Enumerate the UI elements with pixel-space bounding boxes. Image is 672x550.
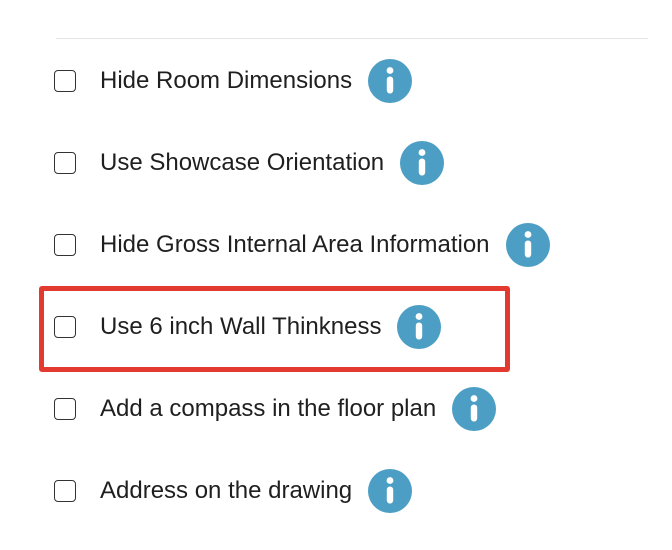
info-icon[interactable] — [397, 305, 442, 349]
option-hide-gross-internal-area: Hide Gross Internal Area Information — [54, 222, 550, 268]
option-list: Hide Room Dimensions Use Showcase Orient… — [0, 0, 672, 550]
option-use-6-inch-wall-thickness: Use 6 inch Wall Thinkness — [54, 304, 442, 350]
hide-room-dimensions-checkbox[interactable] — [54, 70, 76, 92]
option-label[interactable]: Use 6 inch Wall Thinkness — [100, 312, 381, 342]
option-hide-room-dimensions: Hide Room Dimensions — [54, 58, 413, 104]
add-compass-checkbox[interactable] — [54, 398, 76, 420]
hide-gross-internal-area-checkbox[interactable] — [54, 234, 76, 256]
info-icon[interactable] — [505, 223, 550, 267]
option-label[interactable]: Add a compass in the floor plan — [100, 394, 436, 424]
option-label[interactable]: Hide Room Dimensions — [100, 66, 352, 96]
option-use-showcase-orientation: Use Showcase Orientation — [54, 140, 445, 186]
option-label[interactable]: Address on the drawing — [100, 476, 352, 506]
use-6-inch-wall-thickness-checkbox[interactable] — [54, 316, 76, 338]
info-icon[interactable] — [368, 469, 413, 513]
option-add-compass: Add a compass in the floor plan — [54, 386, 497, 432]
use-showcase-orientation-checkbox[interactable] — [54, 152, 76, 174]
option-label[interactable]: Hide Gross Internal Area Information — [100, 230, 490, 260]
address-on-drawing-checkbox[interactable] — [54, 480, 76, 502]
info-icon[interactable] — [400, 141, 445, 185]
option-address-on-drawing: Address on the drawing — [54, 468, 413, 514]
info-icon[interactable] — [452, 387, 497, 431]
info-icon[interactable] — [368, 59, 413, 103]
option-label[interactable]: Use Showcase Orientation — [100, 148, 384, 178]
